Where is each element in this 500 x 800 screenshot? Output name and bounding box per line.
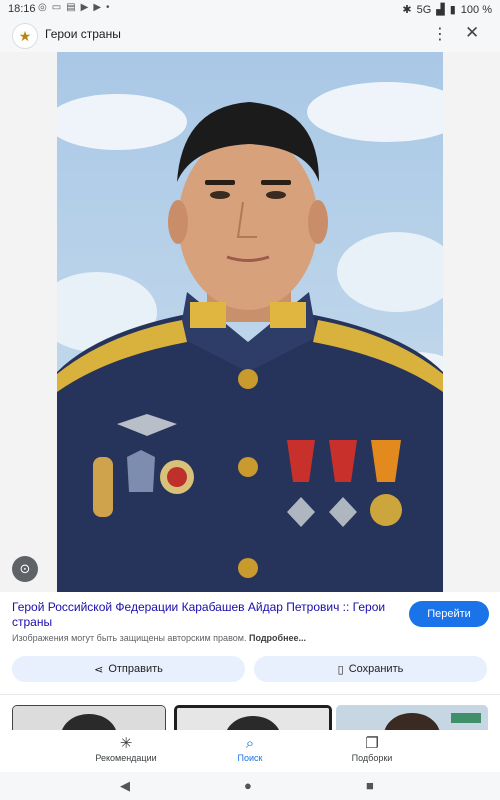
bottom-navigation: ✳ Рекомендации ⌕ Поиск ❐ Подборки bbox=[0, 730, 500, 772]
star-icon[interactable]: ★ bbox=[12, 23, 38, 49]
related-thumbnail[interactable] bbox=[174, 705, 332, 730]
divider bbox=[0, 694, 500, 695]
nav-label: Рекомендации bbox=[95, 753, 157, 763]
more-options-icon[interactable]: ⋮ bbox=[432, 24, 448, 44]
portrait-image[interactable] bbox=[57, 52, 443, 592]
search-icon: ⌕ bbox=[245, 735, 255, 752]
notification-icons: ◎ ▭ ▤ ▶ ▶ • bbox=[38, 2, 110, 13]
bluetooth-icon: ✱ bbox=[402, 4, 412, 16]
dot-icon: • bbox=[106, 2, 110, 13]
back-icon[interactable]: ◀ bbox=[120, 778, 130, 794]
asterisk-icon: ✳ bbox=[119, 735, 133, 752]
share-button[interactable]: ⋖ Отправить bbox=[12, 656, 245, 682]
nav-item-collections[interactable]: ❐ Подборки bbox=[327, 735, 417, 763]
image-area bbox=[0, 52, 500, 592]
network-type: 5G bbox=[416, 3, 432, 16]
whatsapp-icon: ◎ bbox=[38, 2, 47, 13]
battery-icon: ▮ bbox=[449, 4, 456, 16]
save-button[interactable]: ▯ Сохранить bbox=[254, 656, 487, 682]
site-title[interactable]: Герои страны bbox=[45, 27, 121, 41]
status-bar: 18:16 ◎ ▭ ▤ ▶ ▶ • ✱ 5G ▟ ▮ 100 % bbox=[0, 0, 500, 18]
copyright-more-link[interactable]: Подробнее... bbox=[249, 633, 306, 643]
copyright-notice: Изображения могут быть защищены авторски… bbox=[12, 633, 482, 643]
lens-search-icon[interactable]: ⊙ bbox=[12, 556, 38, 582]
viewer-header: ★ Герои страны ⋮ ✕ bbox=[0, 18, 500, 52]
save-label: Сохранить bbox=[348, 663, 404, 675]
nav-item-search[interactable]: ⌕ Поиск bbox=[205, 735, 295, 763]
youtube-icon: ▶ bbox=[80, 2, 89, 13]
chat-icon: ▭ bbox=[51, 2, 62, 13]
share-label: Отправить bbox=[108, 663, 163, 675]
collections-icon: ❐ bbox=[365, 735, 379, 752]
close-icon[interactable]: ✕ bbox=[465, 23, 479, 43]
youtube-icon-2: ▶ bbox=[93, 2, 102, 13]
related-images bbox=[0, 700, 500, 730]
system-navigation: ◀ ● ■ bbox=[0, 772, 500, 800]
visit-button[interactable]: Перейти bbox=[409, 601, 489, 627]
nav-label: Поиск bbox=[237, 753, 263, 763]
clock: 18:16 bbox=[8, 3, 36, 15]
related-thumbnail[interactable] bbox=[336, 705, 488, 730]
battery-level: 100 % bbox=[460, 3, 492, 16]
nav-item-recommendations[interactable]: ✳ Рекомендации bbox=[81, 735, 171, 763]
copyright-text: Изображения могут быть защищены авторски… bbox=[12, 633, 247, 643]
bookmark-icon: ▯ bbox=[337, 663, 344, 676]
system-icons: ✱ 5G ▟ ▮ 100 % bbox=[402, 3, 492, 17]
recents-icon[interactable]: ■ bbox=[366, 778, 374, 793]
share-icon: ⋖ bbox=[94, 663, 104, 676]
home-icon[interactable]: ● bbox=[244, 778, 252, 793]
news-icon: ▤ bbox=[66, 2, 76, 13]
image-caption[interactable]: Герой Российской Федерации Карабашев Айд… bbox=[12, 600, 396, 630]
related-thumbnail[interactable] bbox=[12, 705, 166, 730]
signal-icon: ▟ bbox=[436, 4, 445, 16]
nav-label: Подборки bbox=[351, 753, 393, 763]
